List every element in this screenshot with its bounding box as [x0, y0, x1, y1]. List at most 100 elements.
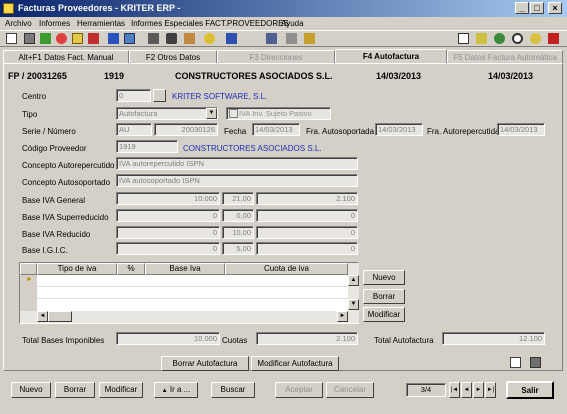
iva-lines-table[interactable]: Tipo de iva % Base Iva Cuota de iva ► ▲ … — [19, 262, 359, 324]
toolbar — [0, 30, 567, 47]
cuota-iva-general-field[interactable]: 2.100 — [256, 192, 358, 205]
grid-borrar-button[interactable]: Borrar — [363, 289, 405, 304]
iva-sujeto-pasivo-box[interactable]: IVA Inv. Sujeto Pasivo — [226, 107, 331, 120]
print-icon[interactable] — [24, 33, 35, 44]
pct-iva-reducido-field[interactable]: 10,00 — [222, 226, 254, 239]
eye-icon[interactable] — [512, 33, 523, 44]
ir-a-button[interactable]: ▲ Ir a ... — [154, 382, 198, 398]
bulb-icon[interactable] — [530, 33, 541, 44]
prev-record-icon[interactable]: ◄ — [461, 382, 472, 398]
cuotas-field[interactable]: 2.100 — [256, 332, 358, 345]
cuota-iva-superreducido-field[interactable]: 0 — [256, 209, 358, 222]
col-cuota-iva[interactable]: Cuota de iva — [225, 263, 348, 275]
tab-datos-factura-automatica[interactable]: F5 Datos Factura Automática — [447, 50, 563, 64]
horizontal-scrollbar[interactable]: ◄ ► — [20, 311, 359, 323]
total-bases-field[interactable]: 10.000 — [116, 332, 220, 345]
exit-icon[interactable] — [548, 33, 559, 44]
grid-icon[interactable] — [226, 33, 237, 44]
checkbox-icon[interactable] — [458, 33, 469, 44]
menu-informes[interactable]: Informes — [39, 17, 70, 30]
calendar-icon[interactable] — [108, 33, 119, 44]
fecha-label: Fecha — [224, 127, 247, 136]
fecha-field[interactable]: 14/03/2013 — [252, 123, 300, 136]
serie-field[interactable]: AU — [116, 123, 152, 136]
new-doc-icon[interactable] — [6, 33, 17, 44]
aceptar-button[interactable]: Aceptar — [275, 382, 323, 398]
menu-archivo[interactable]: Archivo — [5, 17, 32, 30]
maximize-button[interactable]: □ — [530, 2, 544, 14]
print2-icon[interactable] — [148, 33, 159, 44]
concepto-autosoportado-label: Concepto Autosoportado — [22, 178, 111, 187]
first-record-icon[interactable]: |◄ — [449, 382, 460, 398]
modificar-autofactura-button[interactable]: Modificar Autofactura — [251, 356, 339, 371]
folder-icon[interactable] — [72, 33, 83, 44]
vertical-scrollbar[interactable]: ▲ ▼ — [348, 263, 359, 311]
concepto-autorepercutido-field[interactable]: IVA autorepercutido ISPN — [116, 157, 358, 170]
borrar-autofactura-button[interactable]: Borrar Autofactura — [161, 356, 249, 371]
pct-igic-field[interactable]: 5,00 — [222, 242, 254, 255]
centro-lookup-button[interactable] — [153, 89, 166, 102]
globe-icon[interactable] — [494, 33, 505, 44]
scroll-thumb[interactable] — [48, 311, 72, 322]
centro-field[interactable]: 0 — [116, 89, 151, 102]
menu-informes-especiales[interactable]: Informes Especiales FACT.PROVEEDORES — [131, 17, 289, 30]
window-icon[interactable] — [124, 33, 135, 44]
next-record-icon[interactable]: ► — [473, 382, 484, 398]
numero-field[interactable]: 20030126 — [154, 123, 218, 136]
borrar-button[interactable]: Borrar — [55, 382, 95, 398]
pct-iva-general-field[interactable]: 21,00 — [222, 192, 254, 205]
menu-ayuda[interactable]: Ayuda — [281, 17, 304, 30]
scroll-down-icon[interactable]: ▼ — [348, 299, 359, 310]
tab-datos-fact-manual[interactable]: Alt+F1 Datos Fact. Manual — [3, 50, 129, 64]
base-iva-superreducido-field[interactable]: 0 — [116, 209, 220, 222]
nuevo-button[interactable]: Nuevo — [11, 382, 51, 398]
tab-direcciones[interactable]: F3 Direcciones — [217, 50, 335, 64]
base-igic-field[interactable]: 0 — [116, 242, 220, 255]
binoculars-icon[interactable] — [184, 33, 195, 44]
last-record-icon[interactable]: ►| — [485, 382, 496, 398]
grid-line — [37, 286, 348, 287]
base-iva-reducido-field[interactable]: 0 — [116, 226, 220, 239]
cuota-iva-reducido-field[interactable]: 0 — [256, 226, 358, 239]
scissors-icon[interactable] — [166, 33, 177, 44]
codigo-proveedor-field[interactable]: 1919 — [116, 140, 178, 153]
buscar-button[interactable]: Buscar — [211, 382, 255, 398]
col-pct[interactable]: % — [117, 263, 145, 275]
fra-autosoportada-field[interactable]: 14/03/2013 — [375, 123, 423, 136]
close-button[interactable]: × — [548, 2, 562, 14]
tab-autofactura[interactable]: F4 Autofactura — [335, 49, 447, 64]
col-tipo-iva[interactable]: Tipo de iva — [37, 263, 117, 275]
tipo-select[interactable]: Autofactura — [116, 107, 218, 120]
menu-herramientas[interactable]: Herramientas — [77, 17, 125, 30]
cuota-igic-field[interactable]: 0 — [256, 242, 358, 255]
table-icon[interactable] — [266, 33, 277, 44]
tab-otros-datos[interactable]: F2 Otros Datos — [129, 50, 217, 64]
pin-icon[interactable] — [286, 33, 297, 44]
modificar-button[interactable]: Modificar — [99, 382, 143, 398]
tool-icon[interactable] — [304, 33, 315, 44]
grid-nuevo-button[interactable]: Nuevo — [363, 270, 405, 285]
salir-button[interactable]: Salir — [506, 381, 554, 399]
minimize-button[interactable]: _ — [515, 2, 529, 14]
iva-sujeto-pasivo-checkbox[interactable] — [229, 109, 238, 118]
fra-autorepercutida-field[interactable]: 14/03/2013 — [497, 123, 545, 136]
current-row-arrow-icon: ► — [26, 276, 33, 283]
scroll-left-icon[interactable]: ◄ — [37, 311, 48, 322]
col-base-iva[interactable]: Base Iva — [145, 263, 225, 275]
preview-icon[interactable] — [510, 357, 521, 368]
stack-icon[interactable] — [476, 33, 487, 44]
total-autofactura-field[interactable]: 12.100 — [442, 332, 545, 345]
cancelar-button[interactable]: Cancelar — [326, 382, 374, 398]
scroll-right-icon[interactable]: ► — [337, 311, 348, 322]
attach-icon[interactable] — [204, 33, 215, 44]
tools-icon[interactable] — [56, 33, 67, 44]
base-iva-general-field[interactable]: 10.000 — [116, 192, 220, 205]
check-icon[interactable] — [40, 33, 51, 44]
print-small-icon[interactable] — [530, 357, 541, 368]
report-icon[interactable] — [88, 33, 99, 44]
scroll-up-icon[interactable]: ▲ — [348, 275, 359, 286]
pct-iva-superreducido-field[interactable]: 0,00 — [222, 209, 254, 222]
concepto-autosoportado-field[interactable]: IVA autosoportado ISPN — [116, 174, 358, 187]
tipo-dropdown-icon[interactable]: ▼ — [206, 108, 217, 119]
grid-modificar-button[interactable]: Modificar — [363, 307, 405, 322]
